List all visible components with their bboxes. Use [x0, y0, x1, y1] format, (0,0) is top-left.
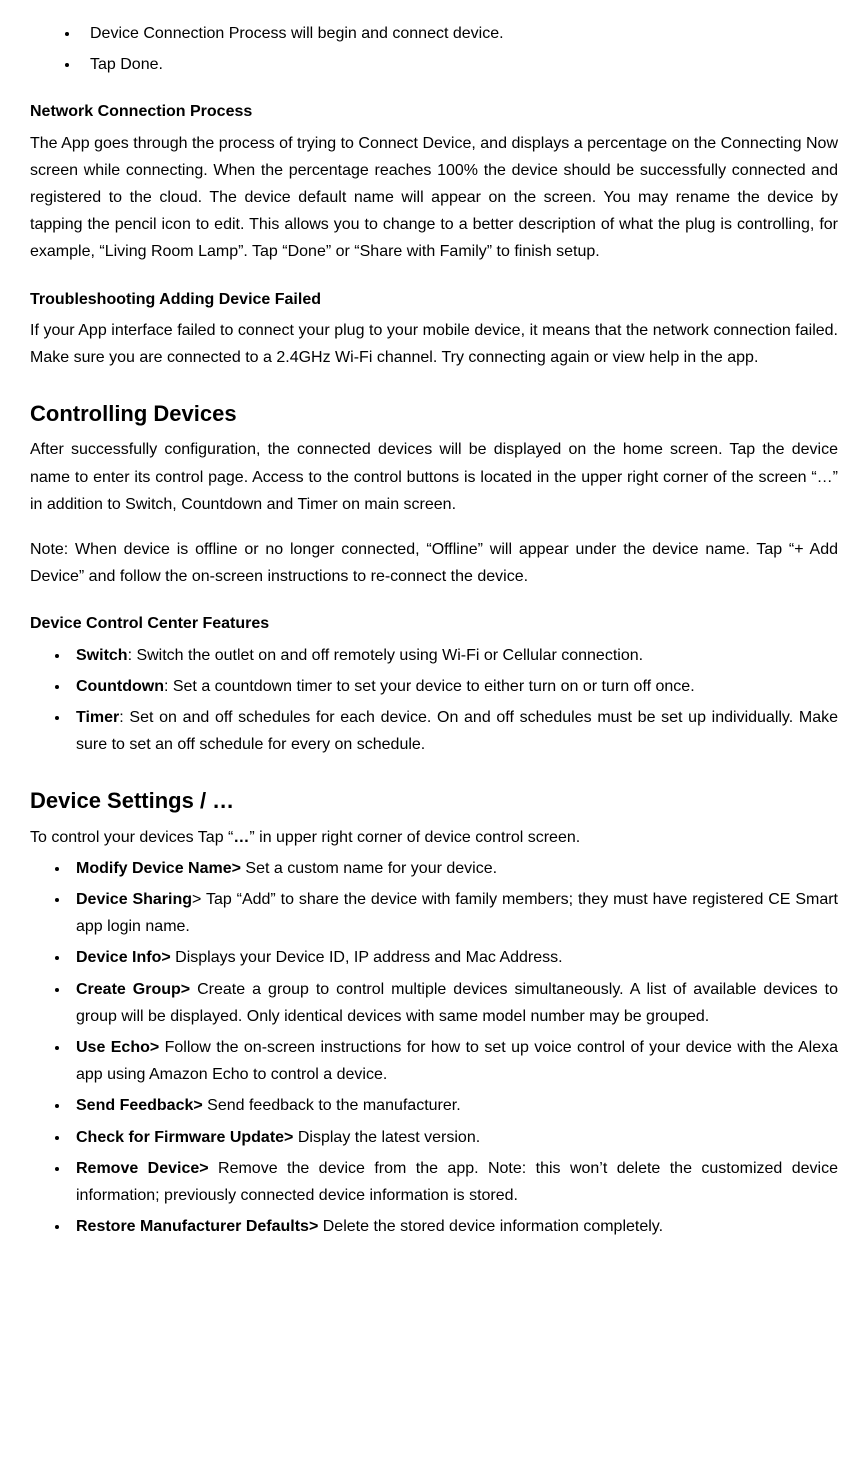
feature-desc: : Set a countdown timer to set your devi… [164, 678, 695, 695]
setting-name: Restore Manufacturer Defaults> [76, 1218, 318, 1235]
list-item: Device Info> Displays your Device ID, IP… [70, 944, 838, 971]
setting-name: Device Sharing [76, 891, 192, 908]
setting-desc: Display the latest version. [293, 1129, 480, 1146]
setting-name: Create Group> [76, 981, 190, 998]
setting-desc: Delete the stored device information com… [318, 1218, 663, 1235]
list-item: Switch: Switch the outlet on and off rem… [70, 642, 838, 669]
feature-desc: : Set on and off schedules for each devi… [76, 709, 838, 753]
heading-controlling: Controlling Devices [30, 395, 838, 432]
setting-name: Use Echo> [76, 1039, 159, 1056]
text-bold: … [233, 829, 249, 846]
features-list: Switch: Switch the outlet on and off rem… [30, 642, 838, 759]
setting-desc: Displays your Device ID, IP address and … [171, 949, 563, 966]
list-item: Timer: Set on and off schedules for each… [70, 704, 838, 758]
list-item: Send Feedback> Send feedback to the manu… [70, 1092, 838, 1119]
setting-name: Check for Firmware Update> [76, 1129, 293, 1146]
paragraph-settings-intro: To control your devices Tap “…” in upper… [30, 824, 838, 851]
feature-name: Countdown [76, 678, 164, 695]
list-item: Create Group> Create a group to control … [70, 976, 838, 1030]
paragraph-controlling-1: After successfully configuration, the co… [30, 436, 838, 518]
settings-list: Modify Device Name> Set a custom name fo… [30, 855, 838, 1240]
list-item: Device Connection Process will begin and… [80, 20, 838, 47]
feature-desc: : Switch the outlet on and off remotely … [128, 647, 644, 664]
list-item: Device Sharing> Tap “Add” to share the d… [70, 886, 838, 940]
text: ” in upper right corner of device contro… [249, 829, 580, 846]
paragraph-controlling-2: Note: When device is offline or no longe… [30, 536, 838, 590]
setting-name: Remove Device> [76, 1160, 209, 1177]
setting-name: Modify Device Name> [76, 860, 241, 877]
text: To control your devices Tap “ [30, 829, 233, 846]
list-item: Modify Device Name> Set a custom name fo… [70, 855, 838, 882]
list-item: Use Echo> Follow the on-screen instructi… [70, 1034, 838, 1088]
feature-name: Timer [76, 709, 119, 726]
heading-network: Network Connection Process [30, 98, 838, 125]
setting-desc: Set a custom name for your device. [241, 860, 497, 877]
list-item: Tap Done. [80, 51, 838, 78]
list-item: Countdown: Set a countdown timer to set … [70, 673, 838, 700]
intro-bullet-list: Device Connection Process will begin and… [30, 20, 838, 78]
setting-desc: Create a group to control multiple devic… [76, 981, 838, 1025]
paragraph-network: The App goes through the process of tryi… [30, 130, 838, 266]
setting-name: Send Feedback> [76, 1097, 203, 1114]
setting-desc: Send feedback to the manufacturer. [203, 1097, 461, 1114]
heading-features: Device Control Center Features [30, 610, 838, 637]
list-item: Restore Manufacturer Defaults> Delete th… [70, 1213, 838, 1240]
list-item: Remove Device> Remove the device from th… [70, 1155, 838, 1209]
paragraph-troubleshoot: If your App interface failed to connect … [30, 317, 838, 371]
heading-settings: Device Settings / … [30, 782, 838, 819]
setting-desc: Follow the on-screen instructions for ho… [76, 1039, 838, 1083]
list-item: Check for Firmware Update> Display the l… [70, 1124, 838, 1151]
setting-name: Device Info> [76, 949, 171, 966]
heading-troubleshoot: Troubleshooting Adding Device Failed [30, 286, 838, 313]
feature-name: Switch [76, 647, 128, 664]
